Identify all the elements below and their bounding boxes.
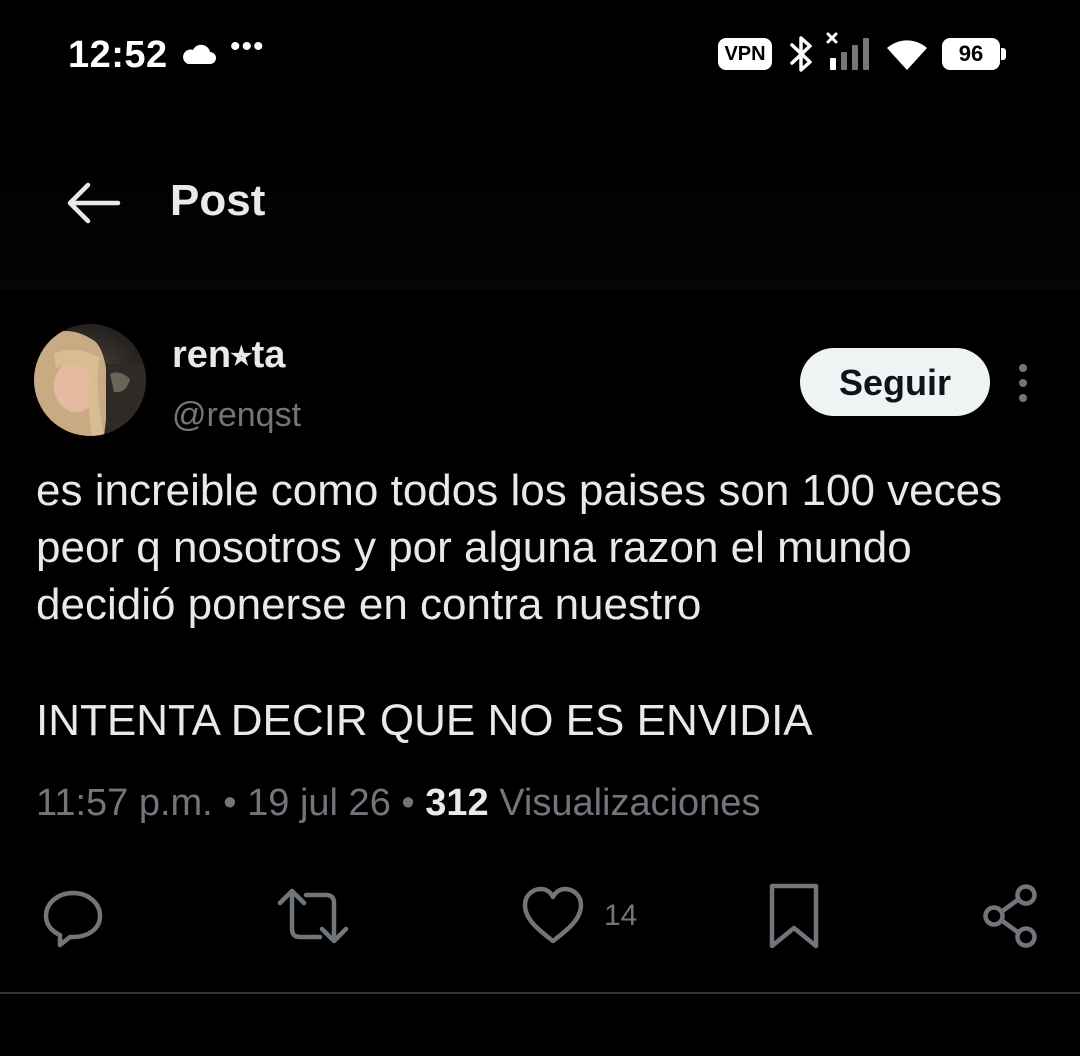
status-bar: 12:52 ••• VPN 96 bbox=[0, 0, 1080, 110]
views-count: 312 bbox=[425, 782, 489, 824]
reply-icon bbox=[43, 890, 103, 948]
post-text: es increible como todos los paises son 1… bbox=[36, 466, 1003, 629]
post-action-bar: 14 bbox=[0, 876, 1080, 956]
avatar[interactable] bbox=[34, 324, 146, 436]
battery-indicator: 96 bbox=[942, 38, 1006, 70]
bookmark-button[interactable] bbox=[766, 876, 822, 956]
follow-button[interactable]: Seguir bbox=[800, 348, 990, 416]
wifi-icon bbox=[887, 40, 927, 70]
views-label: Visualizaciones bbox=[488, 782, 761, 824]
back-arrow-icon[interactable] bbox=[62, 180, 122, 226]
bookmark-icon bbox=[769, 883, 819, 949]
bluetooth-icon bbox=[790, 36, 812, 72]
author-handle[interactable]: @renqst bbox=[172, 396, 301, 435]
heart-icon bbox=[522, 886, 584, 944]
cloud-icon bbox=[183, 44, 216, 64]
divider bbox=[0, 992, 1080, 994]
share-button[interactable] bbox=[980, 876, 1040, 956]
share-icon bbox=[983, 884, 1037, 948]
like-count: 14 bbox=[604, 899, 638, 932]
vpn-badge: VPN bbox=[718, 38, 772, 70]
reply-button[interactable] bbox=[40, 876, 106, 956]
more-options-icon[interactable] bbox=[1008, 360, 1038, 406]
author-name[interactable]: ren⭒ta bbox=[172, 334, 285, 377]
repost-icon bbox=[277, 888, 349, 944]
like-button[interactable]: 14 bbox=[520, 876, 637, 956]
repost-button[interactable] bbox=[276, 876, 350, 956]
post-date[interactable]: 19 jul 26 bbox=[247, 782, 391, 824]
more-notifications-icon: ••• bbox=[230, 30, 265, 63]
signal-icon bbox=[826, 32, 869, 70]
page-title: Post bbox=[170, 176, 266, 225]
meta-separator: • bbox=[390, 782, 426, 824]
post-time[interactable]: 11:57 p.m. bbox=[36, 782, 213, 824]
battery-level: 96 bbox=[958, 41, 984, 66]
meta-separator: • bbox=[212, 782, 248, 824]
status-time: 12:52 bbox=[68, 34, 168, 76]
top-app-bar bbox=[0, 150, 1080, 290]
post-metadata: 11:57 p.m. • 19 jul 26 • 312 Visualizaci… bbox=[36, 782, 760, 825]
post-text-second-paragraph: INTENTA DECIR QUE NO ES ENVIDIA bbox=[36, 696, 813, 745]
